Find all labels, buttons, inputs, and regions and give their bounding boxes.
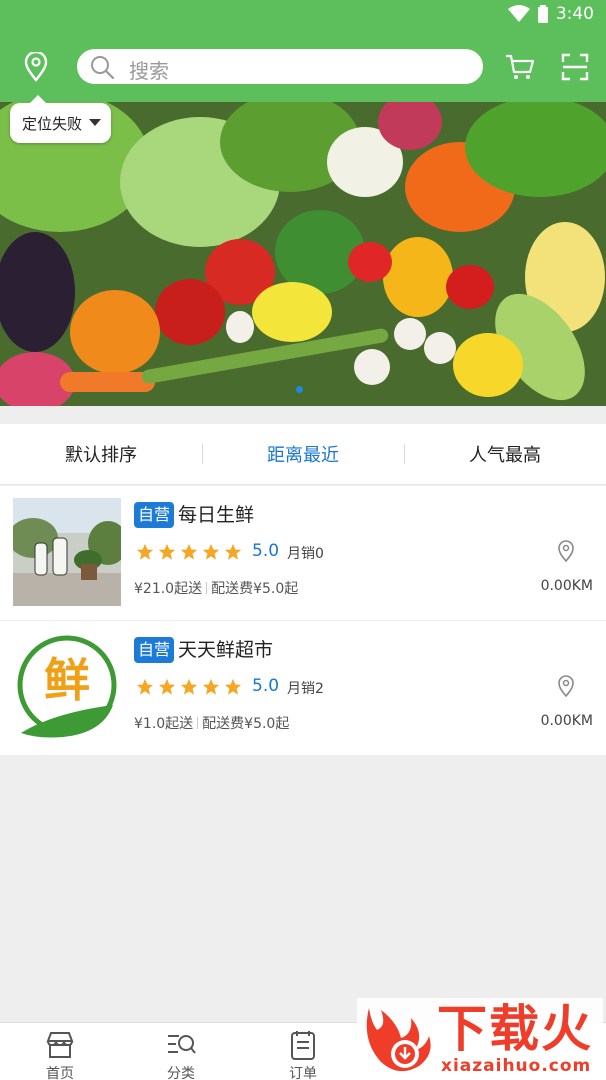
order-icon — [291, 1031, 315, 1060]
distance: 0.00KM — [540, 713, 593, 729]
wifi-icon — [507, 5, 530, 22]
star-icon — [224, 678, 242, 695]
search-input[interactable]: 搜索 — [77, 49, 483, 84]
star-icon — [202, 678, 220, 695]
divider — [0, 406, 606, 424]
watermark-logo: 下载火 xiazaihuo.com — [357, 998, 603, 1080]
rating-value: 5.0 — [252, 541, 280, 561]
app-header: 3:40 搜索 — [0, 0, 606, 102]
tab-category[interactable]: 分类 — [146, 1027, 216, 1080]
delivery-fee: 配送费¥5.0起 — [211, 581, 299, 597]
monthly-sales: 月销0 — [287, 546, 324, 562]
star-icon — [158, 543, 176, 560]
status-bar: 3:40 — [0, 0, 606, 32]
tab-nearest[interactable]: 距离最近 — [202, 424, 404, 484]
tab-default-sort[interactable]: 默认排序 — [0, 424, 202, 484]
self-operated-badge: 自营 — [134, 502, 175, 528]
battery-icon — [537, 5, 548, 23]
star-icon — [224, 543, 242, 560]
separator — [197, 717, 199, 729]
star-icon — [180, 543, 198, 560]
store-name: 天天鲜超市 — [178, 639, 274, 661]
tab-most-popular[interactable]: 人气最高 — [404, 424, 606, 484]
self-operated-badge: 自营 — [134, 637, 175, 663]
rating-value: 5.0 — [252, 676, 280, 696]
location-pin-icon — [558, 540, 574, 562]
watermark-text-cn: 下载火 — [437, 1000, 593, 1058]
star-rating — [136, 543, 242, 561]
store-card[interactable]: 自营 每日生鲜 5.0 月销0 ¥21.0起送 配送费¥5.0起 0.00KM — [0, 486, 606, 620]
monthly-sales: 月销2 — [287, 681, 324, 697]
search-icon — [91, 56, 115, 80]
star-icon — [158, 678, 176, 695]
watermark-text-en: xiazaihuo.com — [441, 1056, 592, 1076]
star-icon — [202, 543, 220, 560]
star-icon — [136, 543, 154, 560]
store-photo — [13, 498, 121, 606]
scan-icon[interactable] — [561, 53, 589, 81]
delivery-info: ¥21.0起送 配送费¥5.0起 — [134, 578, 298, 598]
vegetables-image — [0, 102, 606, 406]
star-rating — [136, 678, 242, 696]
sort-tabs: 默认排序 距离最近 人气最高 — [0, 424, 606, 485]
min-order: ¥21.0起送 — [134, 581, 203, 597]
tab-category-label: 分类 — [167, 1066, 195, 1080]
location-status: 定位失败 — [22, 115, 83, 133]
min-order: ¥1.0起送 — [134, 716, 194, 732]
delivery-info: ¥1.0起送 配送费¥5.0起 — [134, 713, 289, 733]
promo-banner[interactable] — [0, 102, 606, 406]
tab-orders[interactable]: 订单 — [268, 1027, 338, 1080]
carousel-indicator-dot[interactable] — [296, 386, 303, 393]
status-time: 3:40 — [555, 4, 594, 24]
location-icon[interactable] — [22, 52, 50, 82]
dropdown-triangle-icon — [89, 119, 101, 126]
cart-icon[interactable] — [505, 53, 535, 81]
search-placeholder: 搜索 — [129, 59, 169, 83]
star-icon — [136, 678, 154, 695]
store-logo: 鲜 — [13, 633, 121, 741]
store-card[interactable]: 鲜 自营 天天鲜超市 5.0 月销2 ¥1.0起送 配送费¥5.0起 0.00K… — [0, 621, 606, 755]
category-icon — [168, 1035, 196, 1054]
store-name: 每日生鲜 — [178, 504, 255, 526]
logo-text: 鲜 — [44, 653, 90, 707]
delivery-fee: 配送费¥5.0起 — [202, 716, 290, 732]
location-dropdown[interactable]: 定位失败 — [10, 95, 111, 143]
flame-logo-icon — [366, 1008, 431, 1072]
distance: 0.00KM — [540, 578, 593, 594]
store-icon — [46, 1032, 74, 1058]
location-pin-icon — [558, 675, 574, 697]
star-icon — [180, 678, 198, 695]
tab-home[interactable]: 首页 — [25, 1027, 95, 1080]
tab-orders-label: 订单 — [289, 1066, 317, 1080]
tab-home-label: 首页 — [46, 1066, 74, 1080]
separator — [206, 582, 208, 594]
